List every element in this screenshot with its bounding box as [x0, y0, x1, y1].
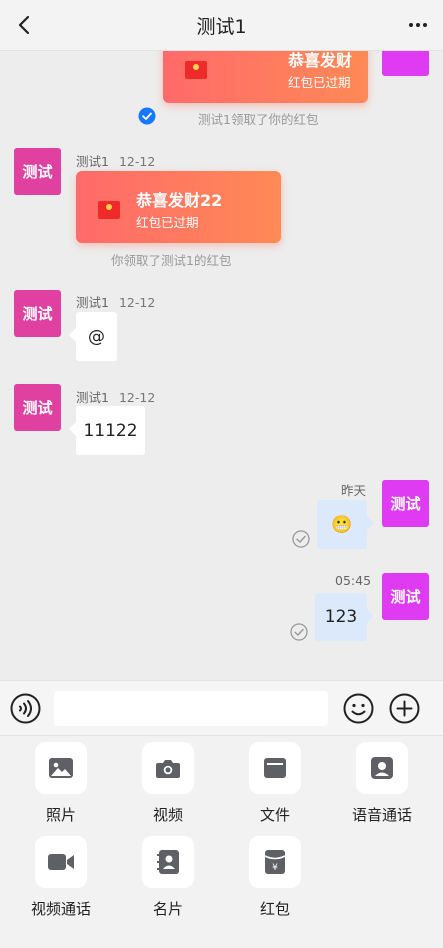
- red-packet-card[interactable]: 恭喜发财22 红包已过期: [76, 171, 281, 243]
- tool-label: 名片: [152, 900, 183, 918]
- red-packet-icon: ¥: [249, 836, 301, 888]
- contact-card-icon: [142, 836, 194, 888]
- text-message[interactable]: 11122: [69, 406, 145, 455]
- tool-file[interactable]: 文件: [230, 736, 320, 826]
- contact-avatar[interactable]: 测试: [14, 290, 61, 337]
- red-packet-notice: 测试1领取了你的红包: [198, 112, 319, 127]
- message-time: 05:45: [335, 573, 372, 588]
- message-time: 昨天: [341, 483, 367, 498]
- folder-icon: [249, 742, 301, 794]
- tool-label: 语音通话: [351, 806, 412, 824]
- message-time: 12-12: [118, 154, 156, 169]
- red-packet-notice: 你领取了测试1的红包: [111, 253, 232, 268]
- red-envelope-icon: [185, 61, 207, 79]
- voice-input-icon[interactable]: [10, 693, 41, 724]
- tool-label: 视频: [152, 806, 183, 824]
- own-avatar[interactable]: [382, 51, 429, 76]
- red-packet-status: 红包已过期: [136, 215, 199, 230]
- tool-contact-card[interactable]: 名片: [123, 830, 213, 920]
- red-envelope-icon: [98, 201, 120, 219]
- message-meta: 测试1 12-12: [76, 387, 155, 406]
- own-avatar[interactable]: 测试: [382, 573, 429, 620]
- more-options-icon[interactable]: [407, 14, 429, 36]
- red-packet-title: 恭喜发财22: [136, 191, 223, 210]
- tool-video-call[interactable]: 视频通话: [16, 830, 106, 920]
- camera-icon: [142, 742, 194, 794]
- sent-check-icon: [292, 530, 310, 548]
- contact-avatar[interactable]: 测试: [14, 384, 61, 431]
- message-time: 12-12: [118, 390, 156, 405]
- read-check-icon: [138, 107, 156, 125]
- message-input-bar: [0, 680, 443, 736]
- red-packet-card[interactable]: 恭喜发财 红包已过期: [163, 51, 368, 103]
- text-message[interactable]: @: [69, 312, 117, 361]
- emoji-message[interactable]: 😬: [317, 500, 374, 549]
- message-meta: 测试1 12-12: [76, 292, 155, 311]
- chat-title: 测试1: [196, 15, 247, 38]
- sender-name: 测试1: [76, 390, 109, 405]
- message-time: 12-12: [118, 295, 156, 310]
- contact-avatar[interactable]: 测试: [14, 148, 61, 195]
- attachment-panel: 照片 视频 文件 语音通话 视频通话 名片 ¥ 红包: [0, 736, 443, 948]
- red-packet-status: 红包已过期: [288, 75, 351, 90]
- back-arrow-icon[interactable]: [14, 14, 36, 36]
- plus-icon[interactable]: [389, 693, 420, 724]
- image-icon: [35, 742, 87, 794]
- message-input[interactable]: [54, 691, 328, 726]
- voice-call-icon: [356, 742, 408, 794]
- tool-label: 红包: [259, 900, 290, 918]
- tool-label: 视频通话: [30, 900, 91, 918]
- tool-red-packet[interactable]: ¥ 红包: [230, 830, 320, 920]
- text-message[interactable]: 123: [315, 593, 374, 641]
- message-list[interactable]: 恭喜发财 红包已过期 测试1领取了你的红包 测试 测试1 12-12 恭喜发财22…: [0, 51, 443, 680]
- tool-label: 文件: [259, 806, 290, 824]
- red-packet-title: 恭喜发财: [288, 51, 353, 70]
- svg-text:¥: ¥: [272, 863, 278, 873]
- sent-check-icon: [290, 623, 308, 641]
- sender-name: 测试1: [76, 154, 109, 169]
- emoji-icon[interactable]: [343, 693, 374, 724]
- video-call-icon: [35, 836, 87, 888]
- tool-photo[interactable]: 照片: [16, 736, 106, 826]
- message-meta: 测试1 12-12: [76, 151, 155, 170]
- tool-voice-call[interactable]: 语音通话: [337, 736, 427, 826]
- tool-video[interactable]: 视频: [123, 736, 213, 826]
- chat-header: 测试1: [0, 0, 443, 51]
- tool-label: 照片: [45, 806, 76, 824]
- sender-name: 测试1: [76, 295, 109, 310]
- own-avatar[interactable]: 测试: [382, 480, 429, 527]
